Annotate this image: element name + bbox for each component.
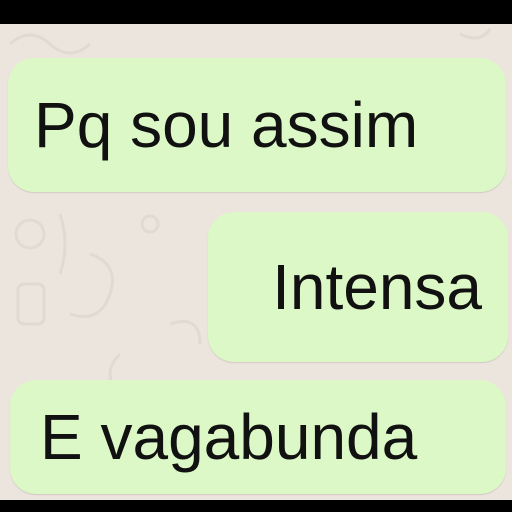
message-bubble[interactable]: Intensa: [208, 212, 508, 362]
message-text: E vagabunda: [40, 401, 418, 473]
chat-conversation: Pq sou assim Intensa E vagabunda: [0, 24, 512, 500]
message-bubble[interactable]: Pq sou assim: [8, 58, 506, 192]
message-text: Pq sou assim: [34, 89, 419, 161]
screenshot-frame: Pq sou assim Intensa E vagabunda: [0, 0, 512, 512]
message-bubble[interactable]: E vagabunda: [10, 380, 506, 494]
message-text: Intensa: [272, 251, 482, 323]
